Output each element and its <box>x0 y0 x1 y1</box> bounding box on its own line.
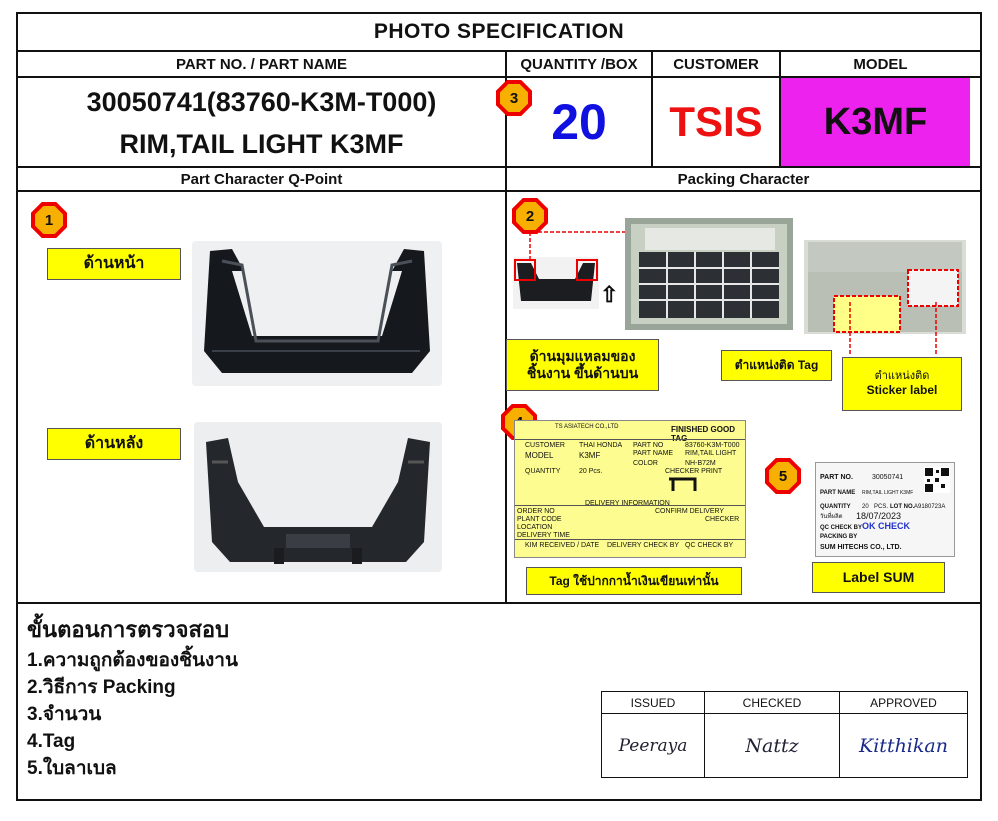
tag-quantity-label: QUANTITY <box>525 468 561 475</box>
sum-part-name-value: RIM,TAIL LIGHT K3MF <box>862 490 914 496</box>
issued-signature: Peeraya <box>601 713 705 778</box>
approved-signature: Kitthikan <box>839 713 968 778</box>
header-part: PART NO. / PART NAME <box>175 55 348 73</box>
sticker-callout-line <box>849 302 937 356</box>
header-model: MODEL <box>853 55 908 73</box>
sum-qc-stamp: OK CHECK <box>862 521 911 531</box>
part-number: 30050741(83760-K3M-T000) <box>86 86 437 117</box>
divider <box>16 602 982 604</box>
approval-table: ISSUED CHECKED APPROVED Peeraya Nattz Ki… <box>601 691 968 778</box>
label-back: ด้านหลัง <box>47 428 181 460</box>
tag-model-label: MODEL <box>525 451 554 460</box>
corner-part-thumbnail <box>513 257 599 309</box>
qr-code-icon <box>924 467 950 493</box>
sum-quantity-label: QUANTITY <box>820 504 851 510</box>
sum-packing-label: PACKING BY <box>820 534 858 540</box>
sum-date-label: วันที่ผลิต <box>820 514 843 520</box>
sum-company: SUM HITECHS CO., LTD. <box>820 544 902 551</box>
sum-date-value: 18/07/2023 <box>856 511 902 521</box>
procedure-step: 4.Tag <box>27 731 76 752</box>
back-view-photo <box>194 422 442 572</box>
sum-lot-value: A9180723A <box>914 504 946 510</box>
marker-5: 5 <box>765 458 801 494</box>
tag-kim-received: KIM RECEIVED / DATE <box>525 542 600 549</box>
procedure-step: 3.จำนวน <box>27 704 102 725</box>
label-sticker-position: ตำแหน่งติด Sticker label <box>842 357 962 411</box>
tag-quantity-value: 20 Pcs. <box>579 468 603 475</box>
checked-signature: Nattz <box>704 713 840 778</box>
header-quantity: QUANTITY /BOX <box>520 55 638 73</box>
approved-header: APPROVED <box>839 691 968 714</box>
sum-part-no-label: PART NO. <box>820 474 853 481</box>
sum-part-no-value: 30050741 <box>872 474 904 481</box>
label-tag-position: ตำแหน่งติด Tag <box>721 350 832 381</box>
tag-company: TS ASIATECH CO.,LTD <box>555 424 619 430</box>
packing-box-photo <box>625 218 793 330</box>
divider <box>16 190 982 192</box>
procedure-step: 2.วิธีการ Packing <box>27 677 176 698</box>
label-sum: Label SUM <box>812 562 945 593</box>
procedure-step: 5.ใบลาเบล <box>27 758 117 779</box>
procedure-heading: ขั้นตอนการตรวจสอบ <box>27 617 230 642</box>
label-tag-note: Tag ใช้ปากกาน้ำเงินเขียนเท่านั้น <box>526 567 742 595</box>
sticker-position-line1: ตำแหน่งติด <box>874 370 930 383</box>
front-view-photo <box>192 241 442 386</box>
sum-qc-label: QC CHECK BY <box>820 525 863 531</box>
arrow-up-icon: ⇧ <box>600 282 619 307</box>
tag-customer-value: THAI HONDA <box>579 442 623 449</box>
tag-model-value: K3MF <box>579 451 601 460</box>
procedure-steps: 1.ความถูกต้องของชิ้นงาน 2.วิธีการ Packin… <box>27 647 238 782</box>
checker-stamp-icon <box>669 477 697 491</box>
label-corner-up: ด้านมุมแหลมของ ชิ้นงาน ขึ้นด้านบน <box>506 339 659 391</box>
tag-delivery-check: DELIVERY CHECK BY <box>607 542 680 549</box>
tag-customer-label: CUSTOMER <box>525 442 565 449</box>
checked-header: CHECKED <box>704 691 840 714</box>
sum-part-name-label: PART NAME <box>820 490 856 496</box>
page-title: PHOTO SPECIFICATION <box>373 20 625 43</box>
sum-label-card: PART NO. 30050741 PART NAME RIM,TAIL LIG… <box>815 462 955 557</box>
section-part-character: Part Character Q-Point <box>180 170 343 188</box>
tag-checker: CHECKER <box>705 516 740 523</box>
customer-value: TSIS <box>669 98 763 145</box>
issued-header: ISSUED <box>601 691 705 714</box>
label-front: ด้านหน้า <box>47 248 181 280</box>
model-value: K3MF <box>823 100 928 143</box>
tag-qc-check: QC CHECK BY <box>685 542 734 549</box>
part-name: RIM,TAIL LIGHT K3MF <box>119 128 404 159</box>
tag-part-name-value: RIM,TAIL LIGHT <box>685 450 737 457</box>
finished-good-tag: TS ASIATECH CO.,LTD FINISHED GOOD TAG CU… <box>514 420 746 558</box>
procedure-step: 1.ความถูกต้องของชิ้นงาน <box>27 650 238 671</box>
sticker-position-line2: Sticker label <box>866 383 938 398</box>
tag-color-label: COLOR <box>633 460 658 467</box>
tag-part-name-label: PART NAME <box>633 450 674 457</box>
header-customer: CUSTOMER <box>673 55 759 73</box>
section-packing-character: Packing Character <box>677 170 810 188</box>
